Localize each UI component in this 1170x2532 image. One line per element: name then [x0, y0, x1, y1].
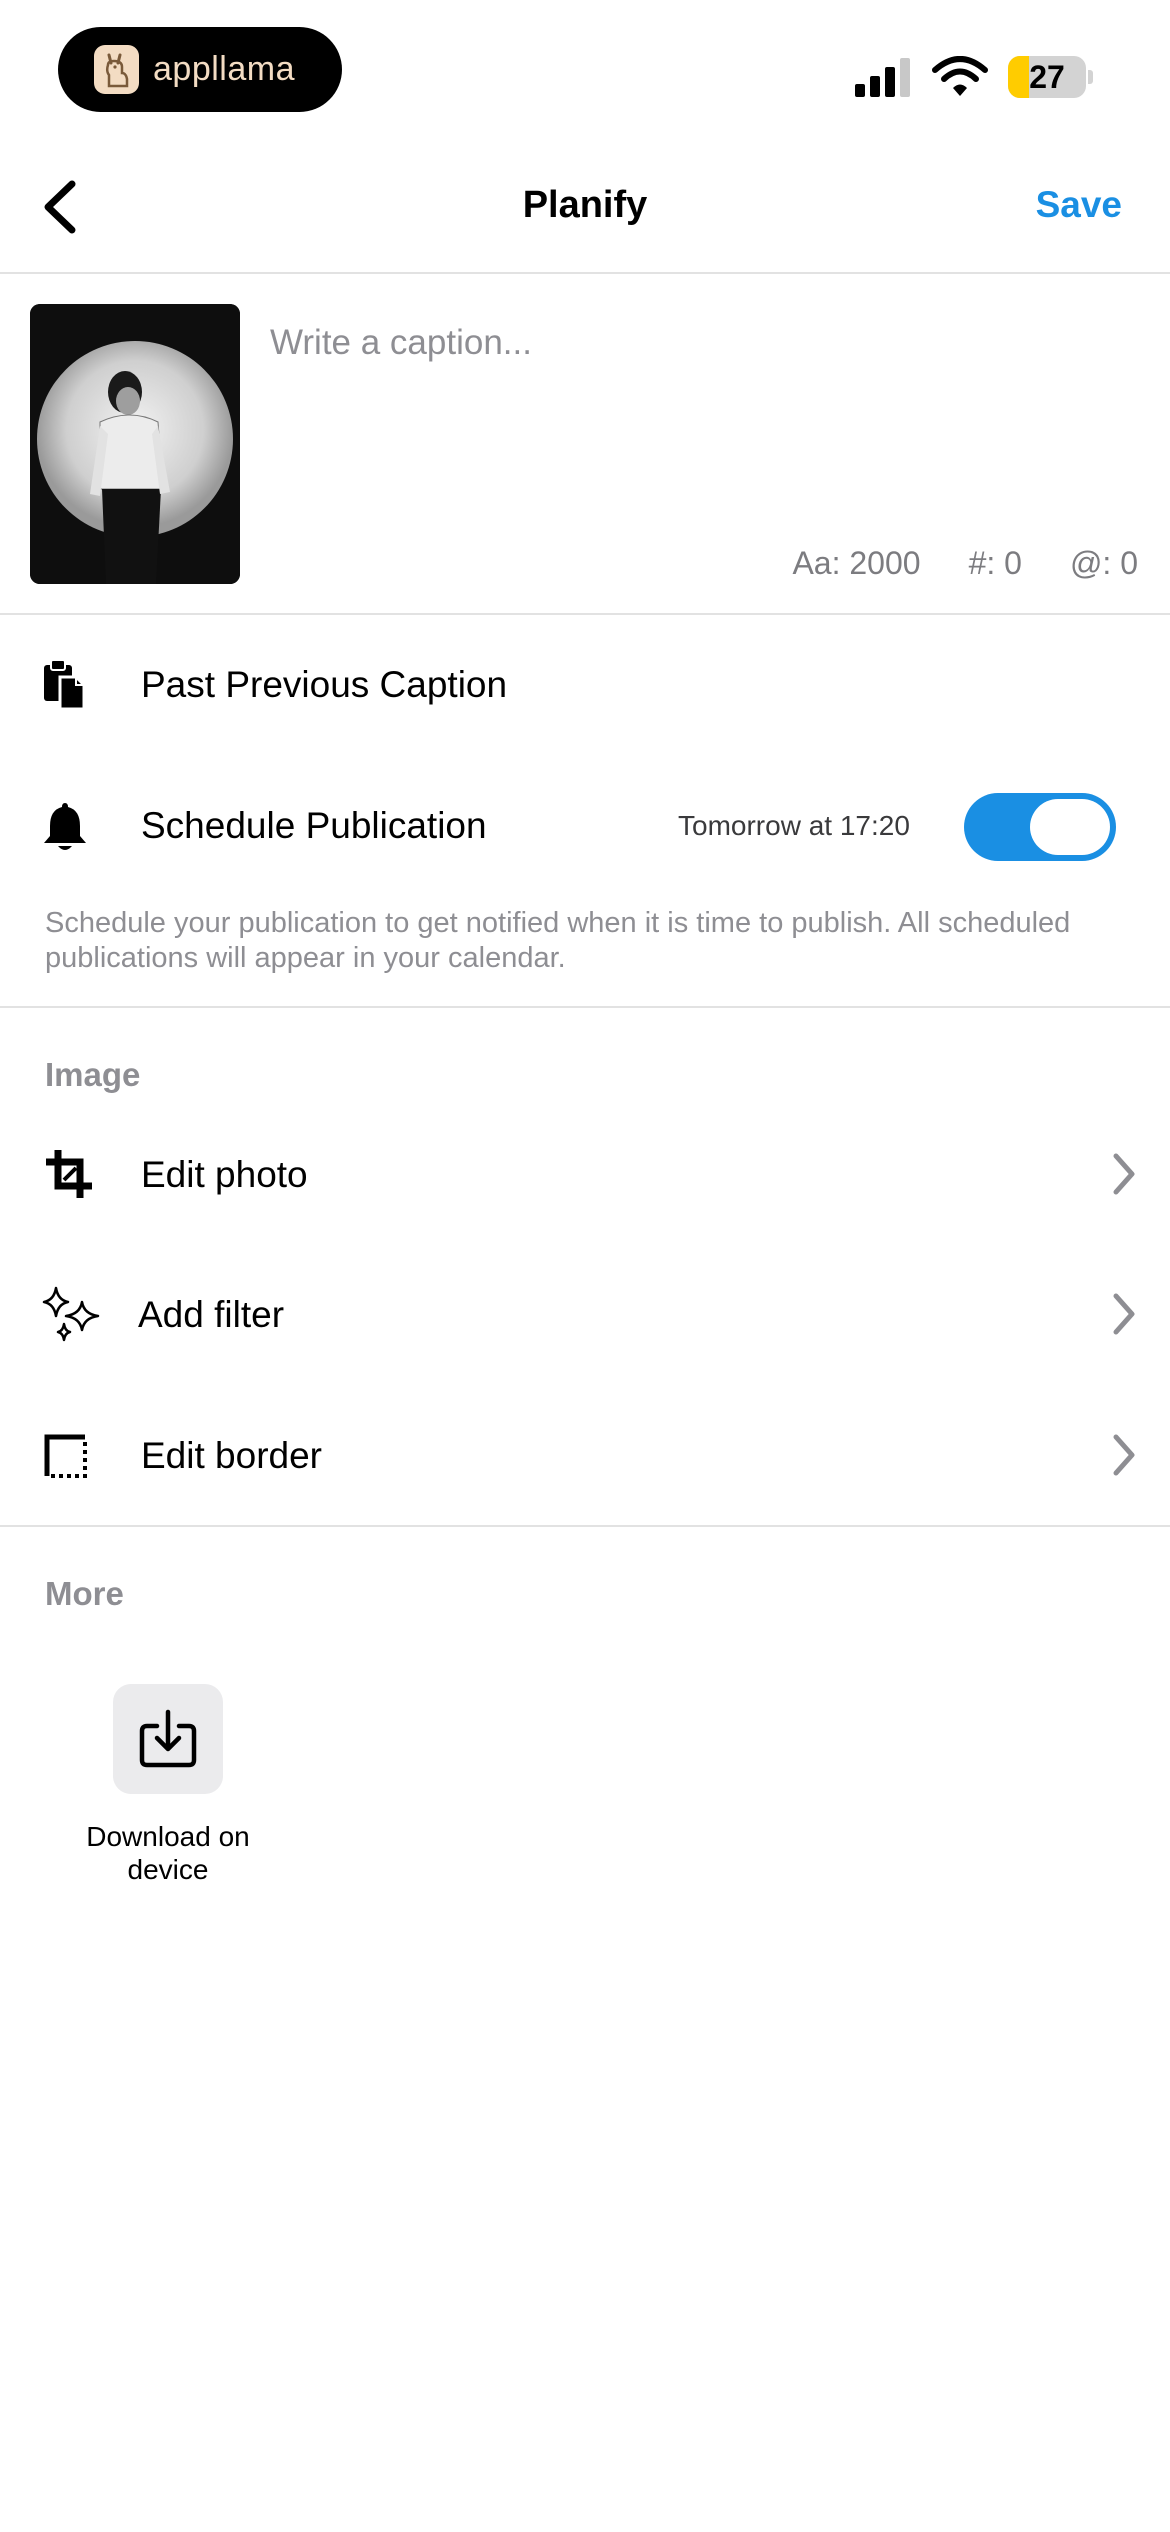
schedule-hint: Schedule your publication to get notifie… [45, 907, 1071, 974]
image-section-divider [0, 1525, 1170, 1527]
battery-level: 27 [1029, 58, 1065, 95]
download-icon [139, 1709, 197, 1768]
download-on-device-button[interactable] [113, 1684, 223, 1794]
schedule-publication-label: Schedule Publication [141, 805, 487, 846]
add-filter-label: Add filter [138, 1294, 285, 1335]
mention-counter: @: 0 [1069, 545, 1138, 581]
header-divider [0, 272, 1170, 274]
clipboard-icon [44, 659, 86, 711]
save-button[interactable]: Save [1036, 184, 1122, 226]
bell-icon [44, 803, 86, 850]
schedule-time[interactable]: Tomorrow at 17:20 [678, 810, 910, 842]
download-on-device-label: Download on device [86, 1821, 250, 1885]
battery-nub [1088, 70, 1093, 84]
cellular-signal-icon [855, 58, 910, 97]
edit-photo-label: Edit photo [141, 1154, 308, 1195]
llama-logo-icon [94, 45, 139, 94]
caption-divider [0, 613, 1170, 615]
caption-counters: Aa: 2000 #: 0 @: 0 [792, 545, 1138, 582]
screen: appllama 27 Planify Save Write a caption… [0, 0, 1170, 2532]
app-badge-label: appllama [153, 50, 295, 88]
chevron-right-icon [1113, 1434, 1135, 1476]
caption-input[interactable] [270, 318, 1120, 368]
app-badge: appllama [58, 27, 342, 112]
edit-border-label: Edit border [141, 1435, 322, 1476]
battery-indicator: 27 [1008, 56, 1086, 98]
sparkles-icon [42, 1286, 100, 1342]
char-counter: Aa: 2000 [792, 545, 921, 581]
chevron-right-icon [1113, 1293, 1135, 1335]
schedule-divider [0, 1006, 1170, 1008]
crop-icon [46, 1150, 92, 1198]
wifi-icon [932, 56, 988, 96]
more-section-title: More [45, 1575, 124, 1612]
post-thumbnail[interactable] [30, 304, 240, 584]
schedule-toggle[interactable] [964, 793, 1116, 861]
toggle-knob [1030, 799, 1110, 855]
chevron-right-icon [1113, 1153, 1135, 1195]
image-section-title: Image [45, 1056, 141, 1093]
paste-previous-caption-label: Past Previous Caption [141, 664, 508, 705]
hashtag-counter: #: 0 [968, 545, 1022, 581]
page-title: Planify [522, 184, 648, 226]
border-icon [44, 1434, 87, 1478]
